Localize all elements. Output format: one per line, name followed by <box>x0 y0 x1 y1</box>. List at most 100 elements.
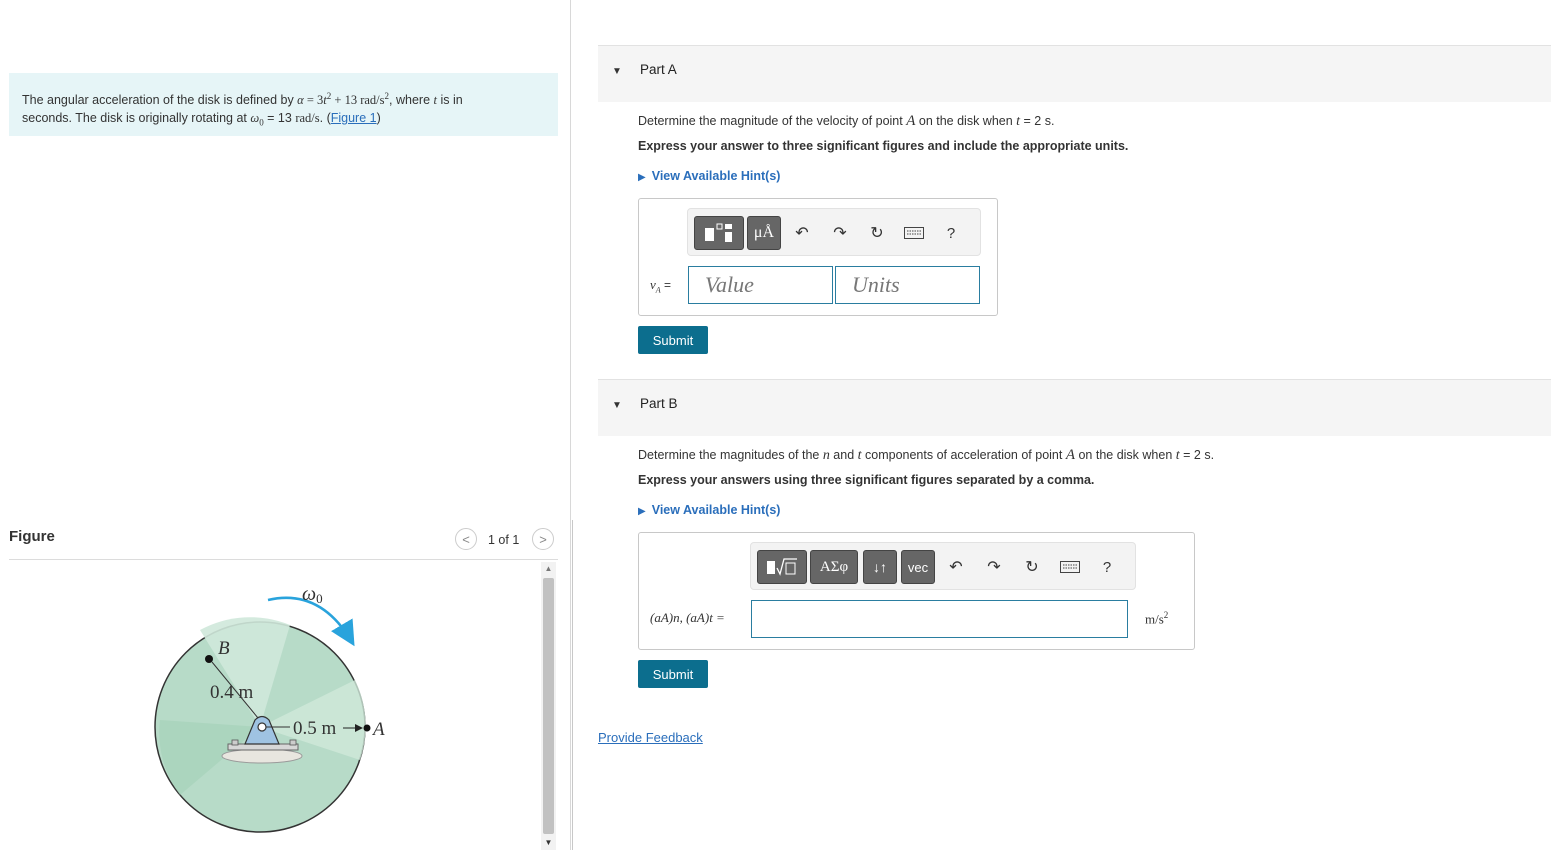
question-text: Determine the magnitudes of the <box>638 448 823 462</box>
base-shadow <box>221 748 303 764</box>
scroll-up-icon[interactable]: ▲ <box>541 562 556 576</box>
prev-figure-button[interactable]: < <box>455 528 477 550</box>
caret-right-icon: ▶ <box>638 172 646 183</box>
question-text: on the disk when <box>915 114 1017 128</box>
equation-part: = 3 <box>303 93 324 108</box>
question-text: Determine the magnitude of the velocity … <box>638 114 907 128</box>
problem-text: The angular acceleration of the disk is … <box>22 93 298 108</box>
vector-button[interactable]: vec <box>901 550 935 584</box>
problem-statement: The angular acceleration of the disk is … <box>9 73 558 136</box>
undo-icon[interactable]: ↶ <box>945 556 967 578</box>
chevron-left-icon: < <box>462 531 470 547</box>
problem-text: is in <box>436 93 463 108</box>
omega-label: ω0 <box>302 583 323 606</box>
part-a-header[interactable]: ▼ Part A <box>598 45 1551 102</box>
hint-label: View Available Hint(s) <box>651 169 781 183</box>
radius-a-label: 0.5 m <box>293 718 337 739</box>
pin <box>257 722 267 732</box>
provide-feedback-link[interactable]: Provide Feedback <box>598 730 703 745</box>
units-input[interactable]: Units <box>835 266 980 304</box>
problem-text: ) <box>376 111 381 126</box>
help-icon[interactable]: ? <box>940 222 962 244</box>
templates-icon <box>705 223 732 242</box>
scroll-down-icon[interactable]: ▼ <box>541 836 556 850</box>
va-label: vA = <box>650 277 671 294</box>
help-icon[interactable]: ? <box>1096 556 1118 578</box>
units-button[interactable]: μÅ <box>747 216 781 250</box>
part-a-question: Determine the magnitude of the velocity … <box>638 113 1054 130</box>
acceleration-input[interactable] <box>751 600 1128 638</box>
hint-label: View Available Hint(s) <box>651 503 781 517</box>
figure-divider <box>9 559 558 560</box>
pane-divider <box>570 0 571 850</box>
value-input[interactable]: Value <box>688 266 833 304</box>
part-b-header[interactable]: ▼ Part B <box>598 379 1551 436</box>
units-text: m/s <box>1145 611 1164 627</box>
templates-button[interactable] <box>694 216 744 250</box>
problem-text: . ( <box>319 111 331 126</box>
sqrt-template-icon <box>767 558 797 576</box>
point-symbol: A <box>1065 447 1075 463</box>
equation-part: + 13 <box>331 93 361 108</box>
unit: rad/s <box>360 93 385 108</box>
problem-text: = 13 <box>263 111 296 126</box>
point-a <box>363 724 371 732</box>
question-text: = 2 s. <box>1179 448 1215 462</box>
caret-right-icon: ▶ <box>638 506 646 517</box>
part-a-label: Part A <box>640 62 677 77</box>
part-b-submit-button[interactable]: Submit <box>638 660 708 688</box>
next-figure-button[interactable]: > <box>532 528 554 550</box>
reset-icon[interactable]: ↻ <box>1021 556 1043 578</box>
redo-icon[interactable]: ↷ <box>829 222 851 244</box>
part-b-instruction: Express your answers using three signifi… <box>638 473 1095 487</box>
acceleration-label: (aA)n, (aA)t = <box>650 610 725 625</box>
part-b-question: Determine the magnitudes of the n and t … <box>638 447 1214 464</box>
problem-text: seconds. The disk is originally rotating… <box>22 111 251 126</box>
part-a-hint-link[interactable]: ▶ View Available Hint(s) <box>638 169 780 183</box>
part-b-toolbar: ΑΣφ ↓↑ vec ↶ ↷ ↻ ? <box>750 542 1136 590</box>
figure-scrollbar[interactable]: ▲ ▼ <box>541 562 556 850</box>
right-pane: ▼ Part A Determine the magnitude of the … <box>573 0 1551 850</box>
question-text: components of acceleration of point <box>861 448 1066 462</box>
caret-down-icon: ▼ <box>612 66 622 77</box>
chevron-right-icon: > <box>539 531 547 547</box>
question-text: on the disk when <box>1075 448 1176 462</box>
part-b-label: Part B <box>640 396 678 411</box>
templates-button[interactable] <box>757 550 807 584</box>
bolt <box>231 739 239 746</box>
undo-icon[interactable]: ↶ <box>791 222 813 244</box>
greek-button[interactable]: ΑΣφ <box>810 550 858 584</box>
part-b-hint-link[interactable]: ▶ View Available Hint(s) <box>638 503 780 517</box>
n-symbol: n <box>822 448 830 463</box>
question-text: = 2 s. <box>1020 114 1055 128</box>
base-plate <box>227 743 299 751</box>
problem-text: , where <box>389 93 434 108</box>
reset-icon[interactable]: ↻ <box>866 222 888 244</box>
equals: = <box>660 278 672 292</box>
bolt <box>289 739 297 746</box>
figure-count: 1 of 1 <box>488 533 520 547</box>
part-b-answer-box: ΑΣφ ↓↑ vec ↶ ↷ ↻ ? (aA)n, (aA)t = m/s2 <box>638 532 1195 650</box>
unit: rad/s <box>295 111 320 126</box>
point-symbol: A <box>906 113 916 129</box>
redo-icon[interactable]: ↷ <box>983 556 1005 578</box>
part-a-submit-button[interactable]: Submit <box>638 326 708 354</box>
scroll-thumb[interactable] <box>543 578 554 834</box>
question-text: and <box>829 448 858 462</box>
subscript-superscript-button[interactable]: ↓↑ <box>863 550 897 584</box>
disk-figure: ω0 B 0.4 m 0.5 m A <box>154 583 385 833</box>
figure-link[interactable]: Figure 1 <box>331 111 377 125</box>
units-exponent: 2 <box>1163 610 1169 620</box>
point-a-label: A <box>371 719 385 740</box>
part-a-answer-box: μÅ ↶ ↷ ↻ ? vA = Value Units <box>638 198 998 316</box>
caret-down-icon: ▼ <box>612 400 622 411</box>
units-label: m/s2 <box>1145 610 1168 627</box>
radius-b-label: 0.4 m <box>210 682 254 703</box>
keyboard-icon[interactable] <box>903 222 925 244</box>
figure-title: Figure <box>9 528 55 545</box>
point-b-label: B <box>218 638 230 659</box>
left-pane: The angular acceleration of the disk is … <box>0 0 571 850</box>
omega-symbol: ω <box>250 111 260 126</box>
point-b <box>205 655 213 663</box>
keyboard-icon[interactable] <box>1059 556 1081 578</box>
